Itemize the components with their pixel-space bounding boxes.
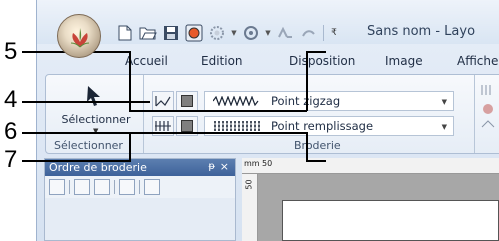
fit-view-icon[interactable] [49, 179, 65, 195]
toolbar-separator [139, 180, 140, 194]
undo-icon[interactable] [275, 23, 295, 43]
sewing-record-icon[interactable] [184, 23, 204, 43]
tab-affiche[interactable]: Affiche [457, 54, 498, 68]
callout-leader-line [129, 132, 307, 134]
application-menu-button[interactable] [57, 14, 101, 58]
callout-number: 4 [4, 86, 18, 113]
panel-toolbar [45, 176, 235, 198]
dropdown-arrow-icon[interactable]: ▼ [264, 23, 272, 43]
horizontal-ruler: mm 50 [242, 158, 499, 174]
move-down-icon[interactable] [94, 179, 110, 195]
line-stitch-row: Point zigzag ▼ [152, 90, 454, 112]
fill-pattern-icon [213, 119, 261, 133]
lock-icon[interactable] [119, 179, 135, 195]
sewing-order-icon[interactable] [144, 179, 160, 195]
move-up-icon[interactable] [74, 179, 90, 195]
ribbon-panel: Sélectionner ▼ Sélectionner Point zigzag… [45, 74, 499, 154]
select-button-label: Sélectionner [61, 113, 131, 126]
tab-accueil[interactable]: Accueil [125, 54, 168, 68]
region-stitch-icon [155, 121, 171, 131]
callout-number: 5 [4, 38, 18, 65]
ruler-left-mark: 50 [244, 179, 254, 190]
title-bar: ▼ ▼ ₹ Sans nom - Layo [37, 0, 499, 44]
settings-gear-icon[interactable] [207, 23, 227, 43]
callout-leader-line [22, 101, 150, 103]
callout-leader-line [22, 160, 130, 162]
ribbon-tabs: Accueil Edition Disposition Image Affich… [37, 50, 499, 74]
toolbar-separator [69, 180, 70, 194]
callout-leader-line [306, 132, 308, 162]
line-color-button[interactable] [176, 91, 198, 111]
zigzag-pattern-icon [213, 94, 261, 108]
customize-toolbar-icon[interactable]: ₹ [329, 23, 339, 43]
toolbar-separator [323, 25, 324, 41]
open-folder-icon[interactable] [138, 23, 158, 43]
line-stitch-icon [155, 96, 171, 107]
callout-leader-line [306, 51, 308, 111]
select-button[interactable]: Sélectionner ▼ [52, 79, 138, 135]
region-color-swatch [181, 120, 193, 132]
tab-image[interactable]: Image [385, 54, 423, 68]
chevron-down-icon: ▼ [441, 123, 447, 131]
quick-access-toolbar: ▼ ▼ ₹ [115, 22, 339, 44]
save-icon[interactable] [161, 23, 181, 43]
line-sewing-toggle[interactable] [152, 91, 174, 111]
window-title: Sans nom - Layo [367, 24, 476, 39]
callout-leader-line [129, 132, 131, 162]
select-group-label: Sélectionner [54, 139, 123, 152]
ruler-top-mark: 50 [262, 159, 273, 168]
dropdown-arrow-icon[interactable]: ▼ [230, 23, 238, 43]
line-stitch-dropdown[interactable]: Point zigzag ▼ [204, 91, 454, 111]
region-stitch-name: Point remplissage [271, 119, 374, 133]
callout-number: 7 [4, 146, 18, 173]
target-icon[interactable] [241, 23, 261, 43]
next-group-partial [474, 75, 499, 153]
callout-number: 6 [4, 118, 18, 145]
panel-title: Ordre de broderie [49, 161, 147, 174]
broderie-group: Point zigzag ▼ Point remplissage ▼ Brode… [144, 75, 474, 153]
pin-icon[interactable]: ᵽ [208, 161, 215, 172]
close-icon[interactable]: × [220, 160, 229, 173]
chevron-down-icon: ▼ [441, 98, 447, 106]
design-canvas[interactable] [258, 174, 499, 241]
pointer-arrow-icon [87, 86, 100, 106]
line-color-swatch [181, 95, 193, 107]
design-page[interactable] [282, 200, 499, 241]
vertical-ruler: 50 [242, 174, 258, 241]
redo-icon[interactable] [298, 23, 318, 43]
callout-leader-line [129, 110, 307, 112]
stitch-tools-icon [481, 85, 495, 128]
toolbar-separator [114, 180, 115, 194]
ruler-unit: mm [244, 159, 260, 168]
new-document-icon[interactable] [115, 23, 135, 43]
flower-logo-icon [70, 28, 90, 48]
broderie-group-label: Broderie [294, 139, 341, 152]
tab-disposition[interactable]: Disposition [289, 54, 355, 68]
embroidery-order-panel: Ordre de broderie ᵽ × [44, 158, 236, 241]
tab-edition[interactable]: Edition [201, 54, 243, 68]
callout-leader-line [306, 51, 326, 53]
callout-leader-line [306, 160, 326, 162]
